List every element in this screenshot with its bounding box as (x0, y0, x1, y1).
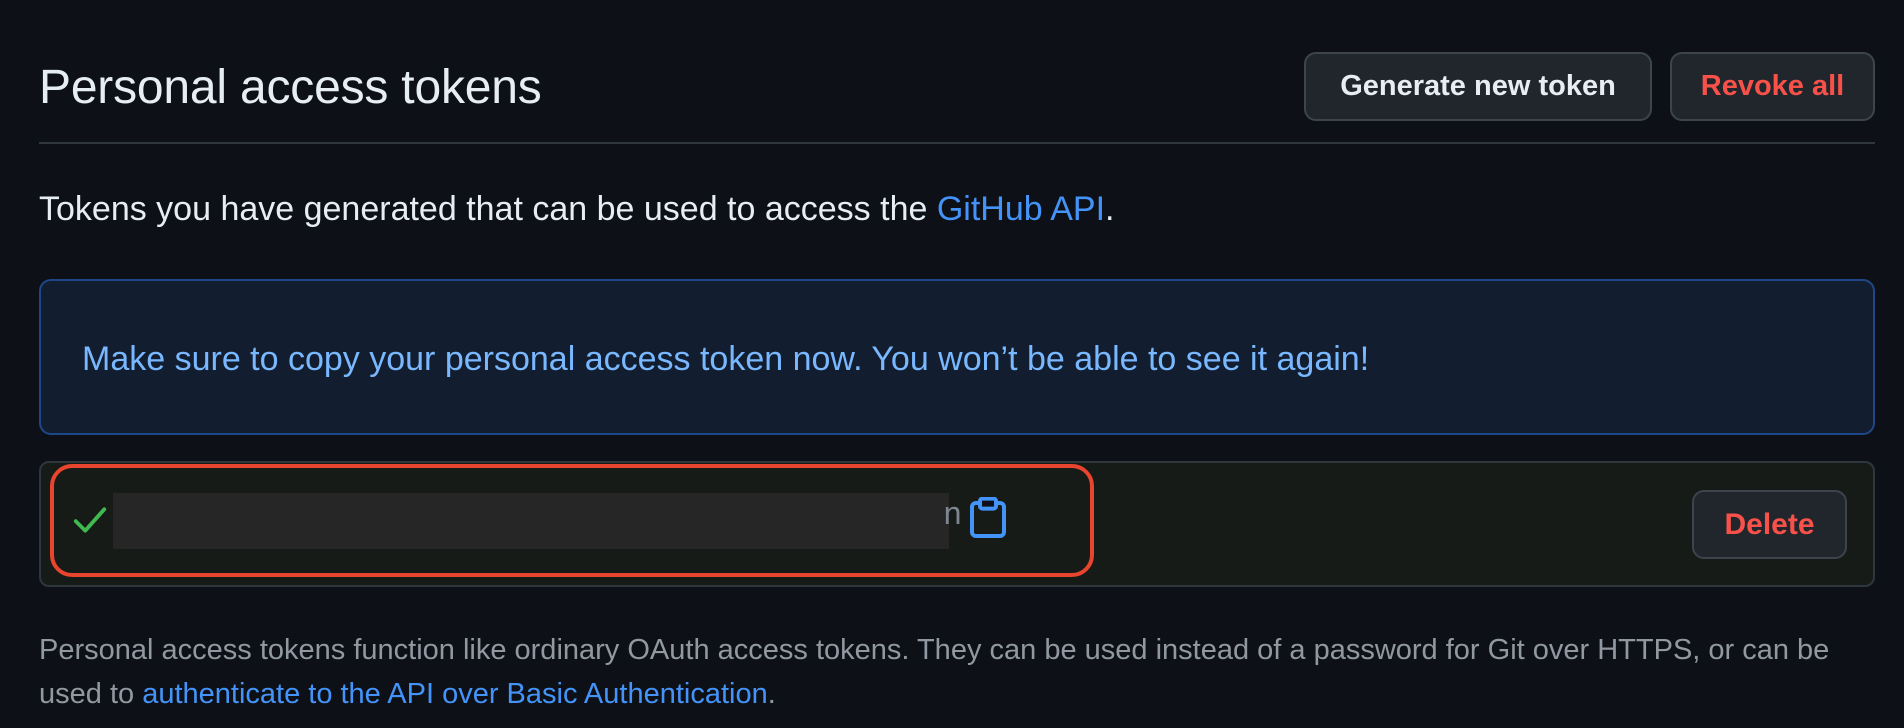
page-header: Personal access tokens Generate new toke… (39, 52, 1875, 144)
token-tail: n (943, 497, 963, 534)
flash-message: Make sure to copy your personal access t… (82, 340, 1370, 378)
flash-notice: Make sure to copy your personal access t… (39, 279, 1875, 435)
token-value[interactable] (113, 493, 949, 549)
pat-explanation: Personal access tokens function like ord… (39, 628, 1875, 716)
intro-text: Tokens you have generated that can be us… (39, 190, 1115, 229)
intro-text-before: Tokens you have generated that can be us… (39, 190, 937, 228)
note-text-after: . (767, 678, 776, 710)
settings-page: Personal access tokens Generate new toke… (0, 0, 1904, 728)
clipboard-icon[interactable] (969, 497, 1007, 539)
delete-token-button[interactable]: Delete (1692, 490, 1847, 559)
check-icon (73, 507, 107, 533)
page-title: Personal access tokens (39, 61, 542, 114)
revoke-all-button[interactable]: Revoke all (1670, 52, 1875, 121)
new-token-row: n Delete (39, 461, 1875, 587)
basic-auth-link[interactable]: authenticate to the API over Basic Authe… (142, 678, 768, 710)
github-api-link[interactable]: GitHub API (937, 190, 1105, 228)
generate-new-token-button[interactable]: Generate new token (1304, 52, 1652, 121)
intro-text-after: . (1105, 190, 1115, 228)
